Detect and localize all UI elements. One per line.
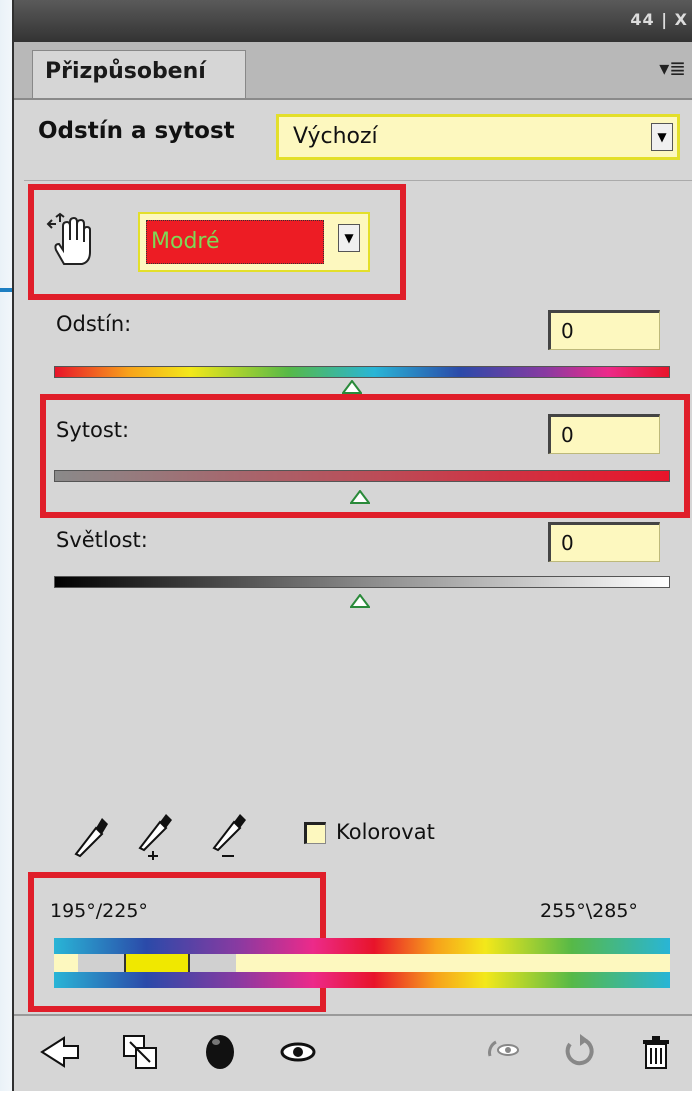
hue-input[interactable]: 0 xyxy=(548,310,660,350)
lightness-slider-track[interactable] xyxy=(54,576,670,588)
visibility-eye-icon[interactable] xyxy=(278,1032,318,1072)
hue-label: Odstín: xyxy=(56,312,132,336)
eyedropper-icon[interactable] xyxy=(70,812,110,860)
trash-icon[interactable] xyxy=(636,1032,676,1072)
range-core[interactable] xyxy=(124,954,190,972)
lightness-input[interactable]: 0 xyxy=(548,522,660,562)
color-range-bar xyxy=(54,938,670,988)
preset-value: Výchozí xyxy=(293,124,378,149)
back-arrow-icon[interactable] xyxy=(40,1032,80,1072)
range-right-value: 255°\285° xyxy=(540,900,638,922)
chevron-down-icon[interactable]: ▼ xyxy=(338,224,360,252)
saturation-slider-track[interactable] xyxy=(54,470,670,482)
colorize-label: Kolorovat xyxy=(336,820,435,844)
channel-selected: Modré xyxy=(146,220,324,264)
reset-icon[interactable] xyxy=(558,1032,598,1072)
saturation-value: 0 xyxy=(561,423,574,447)
range-left-falloff[interactable] xyxy=(78,954,124,972)
tab-label: Přizpůsobení xyxy=(45,59,206,84)
saturation-label: Sytost: xyxy=(56,418,130,442)
colorize-checkbox[interactable] xyxy=(304,822,326,844)
channel-dropdown[interactable]: Modré ▼ xyxy=(138,212,370,272)
saturation-input[interactable]: 0 xyxy=(548,414,660,454)
hue-slider-track[interactable] xyxy=(54,366,670,378)
tab-adjustments[interactable]: Přizpůsobení xyxy=(32,50,246,98)
range-left-value: 195°/225° xyxy=(50,900,148,922)
hue-value: 0 xyxy=(561,319,574,343)
window-controls[interactable]: 44 | X xyxy=(630,10,688,29)
tab-strip: Přizpůsobení ▾≣ xyxy=(14,42,692,100)
eyedropper-add-icon[interactable] xyxy=(134,812,174,860)
range-track[interactable] xyxy=(54,954,670,972)
panel-titlebar: 44 | X xyxy=(14,0,692,42)
range-right-falloff[interactable] xyxy=(190,954,236,972)
adjustment-title: Odstín a sytost xyxy=(38,118,235,144)
layer-mask-icon[interactable] xyxy=(200,1032,240,1072)
preset-dropdown[interactable]: Výchozí ▼ xyxy=(276,114,680,160)
clip-to-layer-icon[interactable] xyxy=(120,1032,160,1072)
lightness-value: 0 xyxy=(561,531,574,555)
chevron-down-icon[interactable]: ▼ xyxy=(651,123,673,151)
lightness-label: Světlost: xyxy=(56,528,148,552)
saturation-slider-thumb[interactable] xyxy=(350,490,370,504)
lightness-slider-thumb[interactable] xyxy=(350,594,370,608)
divider xyxy=(24,180,692,181)
panel-menu-icon[interactable]: ▾≣ xyxy=(659,56,686,80)
targeted-adjustment-hand-icon[interactable] xyxy=(46,212,96,268)
bottom-toolbar xyxy=(14,1014,692,1093)
previous-state-icon[interactable] xyxy=(482,1032,522,1072)
eyedropper-subtract-icon[interactable] xyxy=(208,812,248,860)
adjustments-panel: 44 | X Přizpůsobení ▾≣ Odstín a sytost V… xyxy=(12,0,692,1091)
channel-value: Modré xyxy=(151,229,220,254)
hue-slider-thumb[interactable] xyxy=(342,380,362,394)
